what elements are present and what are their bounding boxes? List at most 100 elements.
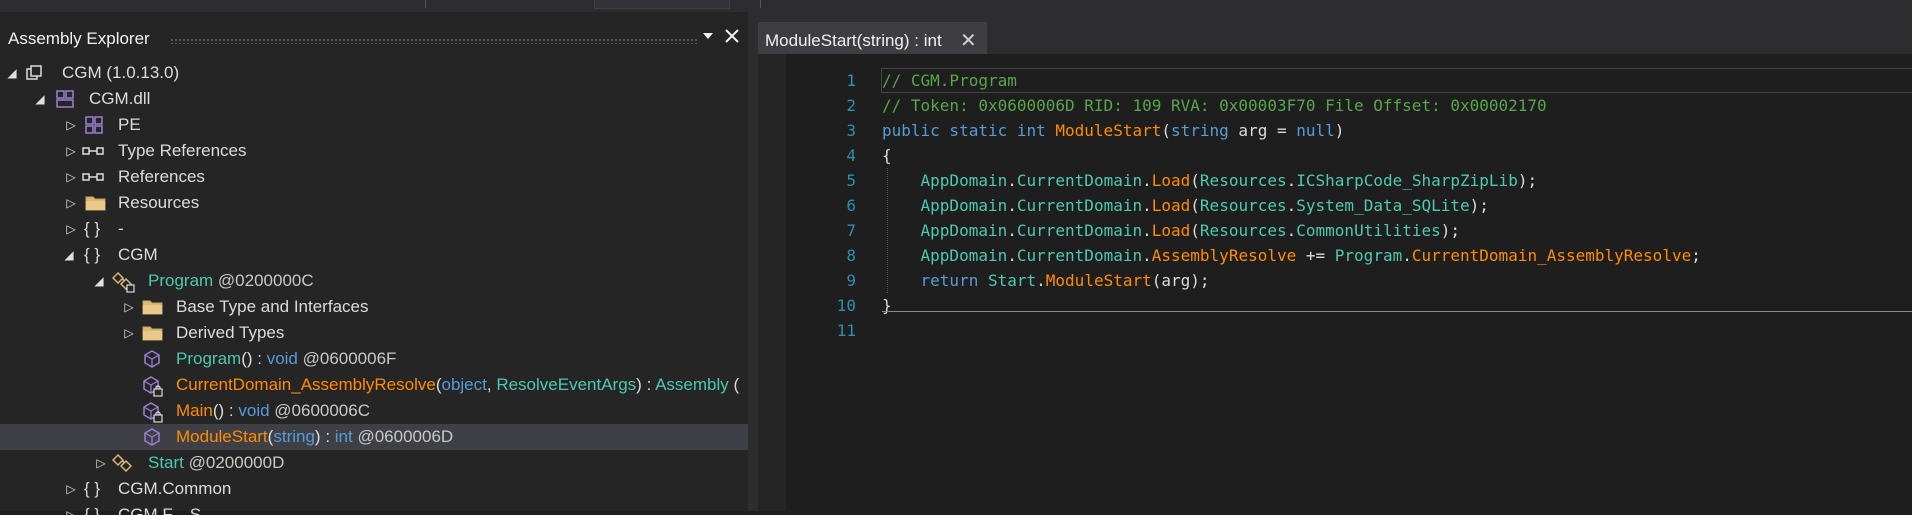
tree-node-class-program[interactable]: ◢ Program @0200000C <box>0 268 748 294</box>
editor-tab-bar: ModuleStart(string) : int ✕ <box>758 12 1912 56</box>
code-line: 2 // Token: 0x0600006D RID: 109 RVA: 0x0… <box>786 93 1912 118</box>
code-line: 1 // CGM.Program <box>786 68 1912 93</box>
tree-node-pe[interactable]: ▷ PE <box>0 112 748 138</box>
editor-margin <box>758 54 786 511</box>
code-line: 11 <box>786 318 1912 343</box>
tree-node-namespace-partial[interactable]: ▷ { } CGM.F....S.... <box>0 502 748 515</box>
code-line: 5 AppDomain.CurrentDomain.Load(Resources… <box>786 168 1912 193</box>
tree-node-namespace-cgm[interactable]: ◢ { } CGM <box>0 242 748 268</box>
code-view[interactable]: 1 // CGM.Program 2 // Token: 0x0600006D … <box>786 54 1912 511</box>
method-icon <box>142 349 162 369</box>
folder-icon <box>142 297 163 317</box>
code-text: AppDomain.CurrentDomain.AssemblyResolve … <box>920 246 1701 265</box>
line-number: 8 <box>846 246 856 265</box>
node-label: - <box>118 219 124 238</box>
tree-node-method-main[interactable]: Main() : void @0600006C <box>0 398 748 424</box>
code-text: { <box>882 146 892 165</box>
panel-dropdown-icon[interactable] <box>700 30 716 46</box>
collapsed-arrow-icon[interactable]: ▷ <box>64 216 78 242</box>
panel-splitter[interactable] <box>748 12 758 511</box>
node-label: Program @0200000C <box>148 271 314 290</box>
folder-icon <box>142 323 163 343</box>
collapsed-arrow-icon[interactable]: ▷ <box>64 502 78 515</box>
tree-node-method-resolve[interactable]: CurrentDomain_AssemblyResolve(object, Re… <box>0 372 748 398</box>
collapsed-arrow-icon[interactable]: ▷ <box>64 112 78 138</box>
code-text: // Token: 0x0600006D RID: 109 RVA: 0x000… <box>882 96 1547 115</box>
collapsed-arrow-icon[interactable]: ▷ <box>64 476 78 502</box>
code-text: } <box>882 296 892 315</box>
code-line: 7 AppDomain.CurrentDomain.Load(Resources… <box>786 218 1912 243</box>
expanded-arrow-icon[interactable]: ◢ <box>5 60 19 86</box>
node-label: Start @0200000D <box>148 453 285 472</box>
tree-node-method-ctor[interactable]: Program() : void @0600006F <box>0 346 748 372</box>
collapsed-arrow-icon[interactable]: ▷ <box>64 190 78 216</box>
method-icon <box>142 427 162 447</box>
expanded-arrow-icon[interactable]: ◢ <box>62 242 76 268</box>
panel-title: Assembly Explorer <box>8 29 150 48</box>
tree-node-references[interactable]: ▷ References <box>0 164 748 190</box>
tree-node-namespace-common[interactable]: ▷ { } CGM.Common <box>0 476 748 502</box>
code-line: 10 } <box>786 293 1912 318</box>
code-line: 4 { <box>786 143 1912 168</box>
line-number: 11 <box>836 321 856 340</box>
tree-node-derived-types[interactable]: ▷ Derived Types <box>0 320 748 346</box>
assembly-explorer-panel: Assembly Explorer ◢ CGM (1.0.13.0) ◢ CGM… <box>0 12 748 515</box>
tree-node-resources[interactable]: ▷ Resources <box>0 190 748 216</box>
code-editor-panel: ModuleStart(string) : int ✕ 1 // CGM.Pro… <box>758 12 1912 511</box>
toolbar-separator <box>425 0 426 8</box>
expanded-arrow-icon[interactable]: ◢ <box>33 86 47 112</box>
namespace-icon: { } <box>84 479 101 498</box>
panel-header: Assembly Explorer <box>0 26 748 52</box>
grid-icon <box>84 115 104 135</box>
namespace-icon: { } <box>84 245 101 264</box>
toolbar-combobox[interactable] <box>594 0 730 9</box>
node-label: Derived Types <box>176 323 285 342</box>
code-text: AppDomain.CurrentDomain.Load(Resources.C… <box>920 221 1461 240</box>
tree-node-base-types[interactable]: ▷ Base Type and Interfaces <box>0 294 748 320</box>
line-number: 7 <box>846 221 856 240</box>
line-number: 2 <box>846 96 856 115</box>
code-line: 8 AppDomain.CurrentDomain.AssemblyResolv… <box>786 243 1912 268</box>
line-number: 5 <box>846 171 856 190</box>
node-label: PE <box>118 115 141 134</box>
collapsed-arrow-icon[interactable]: ▷ <box>64 138 78 164</box>
code-text: return Start.ModuleStart(arg); <box>920 271 1210 290</box>
node-label: CGM.F....S.... <box>118 505 221 515</box>
code-text: public static int ModuleStart(string arg… <box>882 121 1345 140</box>
tree-node-class-start[interactable]: ▷ Start @0200000D <box>0 450 748 476</box>
private-method-icon <box>142 401 163 423</box>
node-label: ModuleStart(string) : int @0600006D <box>176 427 454 446</box>
node-label: References <box>118 167 205 186</box>
line-number: 3 <box>846 121 856 140</box>
collapsed-arrow-icon[interactable]: ▷ <box>64 164 78 190</box>
assembly-icon <box>25 63 45 83</box>
node-label: Type References <box>118 141 247 160</box>
close-icon[interactable] <box>723 28 741 48</box>
panel-grip[interactable] <box>170 38 698 44</box>
node-label: CGM <box>118 245 158 264</box>
tree-node-assembly[interactable]: ◢ CGM (1.0.13.0) <box>0 60 748 86</box>
tree-node-method-modulestart[interactable]: ModuleStart(string) : int @0600006D <box>0 424 748 450</box>
code-line: 9 return Start.ModuleStart(arg); <box>786 268 1912 293</box>
node-label: CurrentDomain_AssemblyResolve(object, Re… <box>176 375 740 394</box>
collapsed-arrow-icon[interactable]: ▷ <box>94 450 108 476</box>
node-label: CGM.dll <box>89 89 151 108</box>
collapsed-arrow-icon[interactable]: ▷ <box>122 294 136 320</box>
method-separator-line <box>882 311 1912 312</box>
node-label: Base Type and Interfaces <box>176 297 369 316</box>
line-number: 4 <box>846 146 856 165</box>
code-text: AppDomain.CurrentDomain.Load(Resources.S… <box>920 196 1489 215</box>
tree-node-module[interactable]: ◢ CGM.dll <box>0 86 748 112</box>
tab-label: ModuleStart(string) : int <box>765 31 942 50</box>
tab-close-icon[interactable]: ✕ <box>960 28 977 53</box>
toolbar-separator <box>760 0 761 8</box>
collapsed-arrow-icon[interactable]: ▷ <box>122 320 136 346</box>
tree-node-type-references[interactable]: ▷ Type References <box>0 138 748 164</box>
expanded-arrow-icon[interactable]: ◢ <box>92 268 106 294</box>
tree-node-namespace-dash[interactable]: ▷ { } - <box>0 216 748 242</box>
line-number: 9 <box>846 271 856 290</box>
code-line: 6 AppDomain.CurrentDomain.Load(Resources… <box>786 193 1912 218</box>
node-label: CGM.Common <box>118 479 232 498</box>
tab-modulestart[interactable]: ModuleStart(string) : int ✕ <box>758 22 987 56</box>
namespace-icon: { } <box>84 505 101 515</box>
